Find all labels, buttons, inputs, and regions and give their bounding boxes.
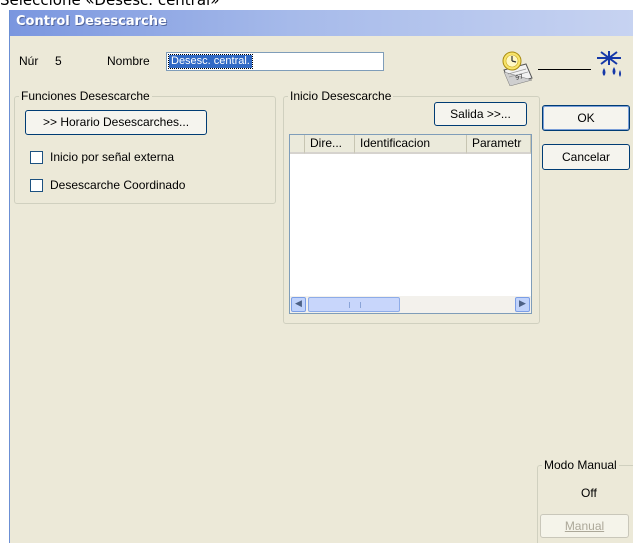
scroll-right-icon[interactable]: ▶ (515, 297, 530, 312)
salida-button-label: Salida >>... (450, 107, 511, 121)
name-label: Nombre (107, 54, 150, 68)
manual-button[interactable]: Manual (540, 514, 629, 538)
scroll-left-icon[interactable]: ◀ (291, 297, 306, 312)
defrost-snowflake-drops-icon (593, 50, 625, 80)
modo-manual-status: Off (581, 486, 597, 500)
control-desescarche-dialog: Control Desescarche Núr 5 Nombre Desesc.… (9, 10, 633, 543)
horizontal-scrollbar[interactable]: ◀ ▶ (290, 296, 531, 313)
ok-button[interactable]: OK (542, 105, 630, 131)
scroll-thumb[interactable] (308, 297, 400, 312)
desescarche-coordinado-label: Desescarche Coordinado (50, 178, 186, 192)
manual-button-label: Manual (564, 519, 605, 533)
clock-calendar-icon: 97 (498, 50, 538, 87)
window-title: Control Desescarche (16, 14, 167, 29)
num-label: Núr (19, 54, 39, 68)
instruction-caption: Seleccione «Desesc. central» (0, 0, 220, 9)
column-header-dire[interactable]: Dire... (305, 135, 355, 154)
inicio-listview[interactable]: Dire... Identificacion Parametr ◀ ▶ (289, 134, 532, 314)
column-header-identificacion[interactable]: Identificacion (355, 135, 467, 154)
desescarche-coordinado-checkbox[interactable] (30, 179, 43, 192)
name-input-value: Desesc. central. (168, 54, 253, 69)
inicio-senal-externa-label: Inicio por señal externa (50, 150, 175, 164)
num-value: 5 (55, 54, 62, 68)
connector-line (538, 69, 591, 70)
salida-button[interactable]: Salida >>... (434, 102, 527, 126)
horario-button-label: >> Horario Desescarches... (42, 115, 190, 129)
title-bar[interactable]: Control Desescarche (10, 10, 633, 36)
cancel-button[interactable]: Cancelar (542, 144, 630, 170)
cancel-button-label: Cancelar (561, 150, 611, 164)
modo-manual-legend: Modo Manual (542, 458, 619, 472)
ok-button-label: OK (577, 111, 595, 125)
column-header-parametr[interactable]: Parametr (467, 135, 531, 154)
horario-desescarches-button[interactable]: >> Horario Desescarches... (25, 110, 207, 135)
inicio-senal-externa-checkbox[interactable] (30, 151, 43, 164)
name-input[interactable]: Desesc. central. (166, 52, 384, 71)
column-header-select[interactable] (290, 135, 305, 154)
funciones-legend: Funciones Desescarche (19, 89, 152, 103)
inicio-legend: Inicio Desescarche (288, 89, 394, 103)
